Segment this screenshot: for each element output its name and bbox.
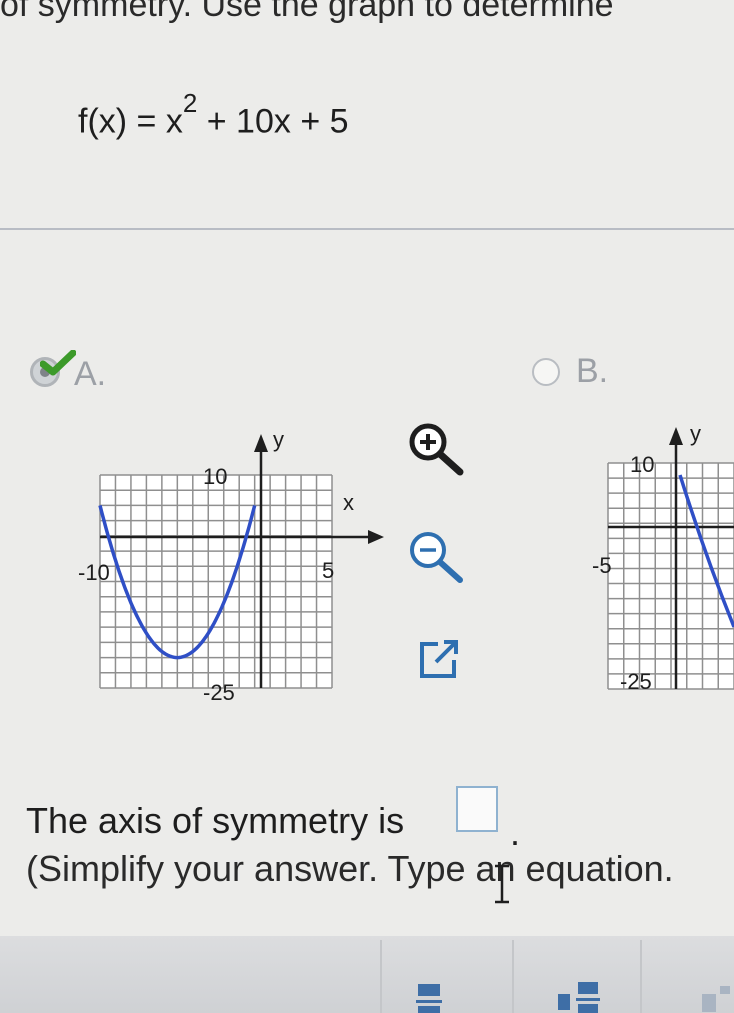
instruction-hint: (Simplify your answer. Type an equation. <box>26 848 674 889</box>
y-axis-label: y <box>273 427 284 452</box>
answer-prompt: The axis of symmetry is <box>26 800 405 841</box>
math-toolbar <box>0 936 734 1013</box>
tick-label-top: 10 <box>203 464 227 489</box>
x-axis-label: x <box>343 490 354 515</box>
tick-label-bottom: -25 <box>620 669 652 694</box>
zoom-out-icon[interactable] <box>404 528 466 584</box>
answer-input[interactable] <box>456 786 498 832</box>
graph-a[interactable]: y x 10 -10 5 -25 <box>60 420 400 710</box>
zoom-in-icon[interactable] <box>404 420 466 476</box>
popout-icon[interactable] <box>416 638 462 684</box>
mixed-number-icon[interactable] <box>556 980 608 1013</box>
tick-label-bottom: -25 <box>203 680 235 705</box>
x-axis-arrow <box>368 530 384 544</box>
option-a-label: A. <box>74 355 107 393</box>
exponent-icon[interactable] <box>698 984 734 1013</box>
fraction-icon[interactable] <box>414 980 446 1013</box>
text-cursor-icon <box>495 864 509 904</box>
tick-label-left: -5 <box>592 553 612 578</box>
y-axis-arrow <box>669 427 683 445</box>
y-axis-label: y <box>690 421 701 446</box>
option-b-radio[interactable] <box>532 358 560 386</box>
function-equation: f(x) = x2 + 10x + 5 <box>78 88 349 141</box>
tick-label-right: 5 <box>322 558 334 583</box>
tick-label-left: -10 <box>78 560 110 585</box>
question-text-partial: of symmetry. Use the graph to determine <box>0 0 614 24</box>
checkmark-icon <box>40 350 76 376</box>
graph-b[interactable]: y 10 -5 -25 <box>580 415 734 705</box>
option-b-label: B. <box>576 352 609 390</box>
y-axis-arrow <box>254 434 268 452</box>
tick-label-top: 10 <box>630 452 654 477</box>
section-divider <box>0 228 734 230</box>
